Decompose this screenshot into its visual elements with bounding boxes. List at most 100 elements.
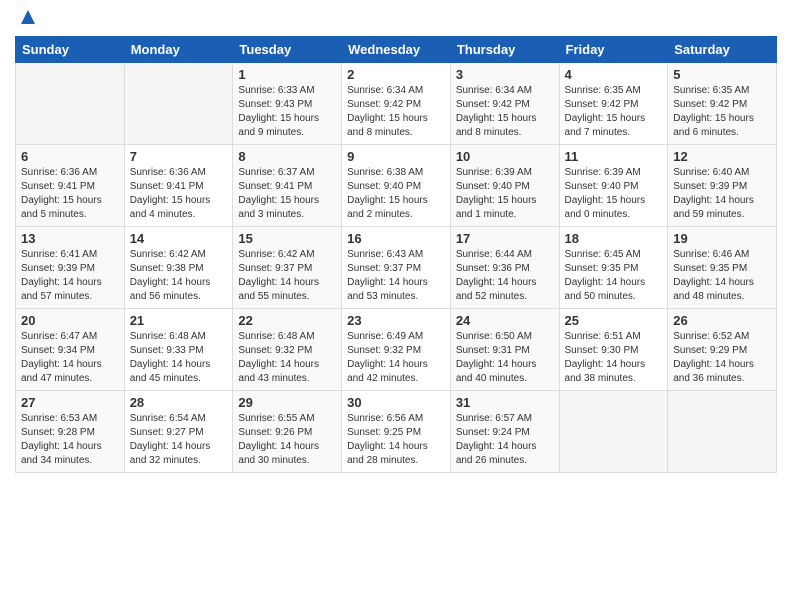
cell-info-line: Daylight: 14 hours and 47 minutes. <box>21 358 119 386</box>
cell-info-line: Sunset: 9:40 PM <box>456 180 554 194</box>
cell-info-line: Sunrise: 6:49 AM <box>347 330 445 344</box>
cell-info-line: Sunrise: 6:44 AM <box>456 248 554 262</box>
calendar-cell: 15Sunrise: 6:42 AMSunset: 9:37 PMDayligh… <box>233 227 342 309</box>
day-number: 18 <box>565 231 663 246</box>
calendar-cell: 18 Sunrise: 6:45 AMSunset: 9:35 PMDayligh… <box>559 227 668 309</box>
calendar-week-row: 20Sunrise: 6:47 AMSunset: 9:34 PMDayligh… <box>16 309 777 391</box>
cell-info-line: Daylight: 14 hours and 59 minutes. <box>673 194 771 222</box>
cell-info-line: Sunset: 9:25 PM <box>347 426 445 440</box>
cell-info-line: Sunset: 9:36 PM <box>456 262 554 276</box>
header <box>15 10 777 28</box>
day-number: 29 <box>238 395 336 410</box>
calendar-day-header: Monday <box>124 37 233 63</box>
calendar-cell: 27Sunrise: 6:53 AMSunset: 9:28 PMDayligh… <box>16 391 125 473</box>
cell-info-line: Sunrise: 6:35 AM <box>673 84 771 98</box>
calendar-cell: 26Sunrise: 6:52 AMSunset: 9:29 PMDayligh… <box>668 309 777 391</box>
cell-info-line: Sunrise: 6:46 AM <box>673 248 771 262</box>
day-number: 1 <box>238 67 336 82</box>
calendar-cell: 22Sunrise: 6:48 AMSunset: 9:32 PMDayligh… <box>233 309 342 391</box>
cell-info-line: Daylight: 14 hours and 50 minutes. <box>565 276 663 304</box>
cell-info-line: Sunset: 9:37 PM <box>347 262 445 276</box>
cell-info-line: Sunset: 9:35 PM <box>565 262 663 276</box>
cell-info-line: Sunset: 9:26 PM <box>238 426 336 440</box>
calendar-cell <box>16 63 125 145</box>
cell-info-line: Sunset: 9:39 PM <box>673 180 771 194</box>
cell-info-line: Daylight: 14 hours and 26 minutes. <box>456 440 554 468</box>
logo <box>15 10 39 28</box>
calendar-cell: 14Sunrise: 6:42 AMSunset: 9:38 PMDayligh… <box>124 227 233 309</box>
cell-info-line: Sunrise: 6:40 AM <box>673 166 771 180</box>
cell-info-line: Daylight: 14 hours and 36 minutes. <box>673 358 771 386</box>
day-number: 7 <box>130 149 228 164</box>
day-number: 6 <box>21 149 119 164</box>
cell-info-line: Sunrise: 6:43 AM <box>347 248 445 262</box>
day-number: 9 <box>347 149 445 164</box>
calendar-header-row: SundayMondayTuesdayWednesdayThursdayFrid… <box>16 37 777 63</box>
cell-info-line: Daylight: 15 hours and 3 minutes. <box>238 194 336 222</box>
day-number: 8 <box>238 149 336 164</box>
cell-info-line: Daylight: 14 hours and 34 minutes. <box>21 440 119 468</box>
cell-info-line: Sunset: 9:41 PM <box>238 180 336 194</box>
cell-info-line: Sunrise: 6:53 AM <box>21 412 119 426</box>
day-number: 4 <box>565 67 663 82</box>
day-number: 17 <box>456 231 554 246</box>
day-number: 5 <box>673 67 771 82</box>
cell-info-line: Sunset: 9:43 PM <box>238 98 336 112</box>
cell-info-line: Sunset: 9:33 PM <box>130 344 228 358</box>
calendar-day-header: Saturday <box>668 37 777 63</box>
calendar-cell: 20Sunrise: 6:47 AMSunset: 9:34 PMDayligh… <box>16 309 125 391</box>
cell-info-line: Sunrise: 6:42 AM <box>238 248 336 262</box>
cell-info-line: Daylight: 14 hours and 38 minutes. <box>565 358 663 386</box>
calendar-cell: 21Sunrise: 6:48 AMSunset: 9:33 PMDayligh… <box>124 309 233 391</box>
cell-info-line: Sunrise: 6:39 AM <box>565 166 663 180</box>
cell-info-line: Sunset: 9:42 PM <box>673 98 771 112</box>
cell-info-line: Daylight: 14 hours and 56 minutes. <box>130 276 228 304</box>
cell-info-line: Daylight: 15 hours and 7 minutes. <box>565 112 663 140</box>
day-number: 19 <box>673 231 771 246</box>
day-number: 13 <box>21 231 119 246</box>
calendar-cell: 5Sunrise: 6:35 AMSunset: 9:42 PMDaylight… <box>668 63 777 145</box>
cell-info-line: Sunset: 9:30 PM <box>565 344 663 358</box>
cell-info-line: Sunrise: 6:42 AM <box>130 248 228 262</box>
cell-info-line: Sunrise: 6:34 AM <box>347 84 445 98</box>
cell-info-line: Sunrise: 6:36 AM <box>21 166 119 180</box>
cell-info-line: Sunrise: 6:52 AM <box>673 330 771 344</box>
cell-info-line: Sunset: 9:28 PM <box>21 426 119 440</box>
cell-info-line: Daylight: 14 hours and 53 minutes. <box>347 276 445 304</box>
cell-info-line: Sunset: 9:40 PM <box>565 180 663 194</box>
cell-info-line: Daylight: 14 hours and 43 minutes. <box>238 358 336 386</box>
cell-info-line: Sunrise: 6:50 AM <box>456 330 554 344</box>
cell-info-line: Daylight: 15 hours and 8 minutes. <box>347 112 445 140</box>
cell-info-line: Sunset: 9:32 PM <box>347 344 445 358</box>
calendar-cell <box>668 391 777 473</box>
calendar-day-header: Sunday <box>16 37 125 63</box>
day-number: 28 <box>130 395 228 410</box>
cell-info-line: Sunset: 9:32 PM <box>238 344 336 358</box>
calendar-cell: 16Sunrise: 6:43 AMSunset: 9:37 PMDayligh… <box>342 227 451 309</box>
cell-info-line: Daylight: 14 hours and 30 minutes. <box>238 440 336 468</box>
cell-info-line: Sunset: 9:31 PM <box>456 344 554 358</box>
calendar-cell: 23Sunrise: 6:49 AMSunset: 9:32 PMDayligh… <box>342 309 451 391</box>
cell-info-line: Sunrise: 6:48 AM <box>238 330 336 344</box>
cell-info-line: Sunset: 9:40 PM <box>347 180 445 194</box>
calendar-cell: 31Sunrise: 6:57 AMSunset: 9:24 PMDayligh… <box>450 391 559 473</box>
day-number: 26 <box>673 313 771 328</box>
calendar-week-row: 27Sunrise: 6:53 AMSunset: 9:28 PMDayligh… <box>16 391 777 473</box>
calendar-cell: 13Sunrise: 6:41 AMSunset: 9:39 PMDayligh… <box>16 227 125 309</box>
calendar-cell <box>559 391 668 473</box>
calendar-week-row: 6Sunrise: 6:36 AMSunset: 9:41 PMDaylight… <box>16 145 777 227</box>
cell-info-line: Daylight: 14 hours and 28 minutes. <box>347 440 445 468</box>
cell-info-line: Sunrise: 6:51 AM <box>565 330 663 344</box>
day-number: 11 <box>565 149 663 164</box>
cell-info-line: Sunset: 9:37 PM <box>238 262 336 276</box>
calendar-cell: 7Sunrise: 6:36 AMSunset: 9:41 PMDaylight… <box>124 145 233 227</box>
day-number: 15 <box>238 231 336 246</box>
cell-info-line: Sunrise: 6:57 AM <box>456 412 554 426</box>
cell-info-line: Daylight: 15 hours and 4 minutes. <box>130 194 228 222</box>
cell-info-line: Daylight: 15 hours and 2 minutes. <box>347 194 445 222</box>
cell-info-line: Sunrise: 6:45 AM <box>565 248 663 262</box>
calendar-cell <box>124 63 233 145</box>
cell-info-line: Sunset: 9:41 PM <box>21 180 119 194</box>
calendar-cell: 9Sunrise: 6:38 AMSunset: 9:40 PMDaylight… <box>342 145 451 227</box>
calendar-week-row: 1Sunrise: 6:33 AMSunset: 9:43 PMDaylight… <box>16 63 777 145</box>
